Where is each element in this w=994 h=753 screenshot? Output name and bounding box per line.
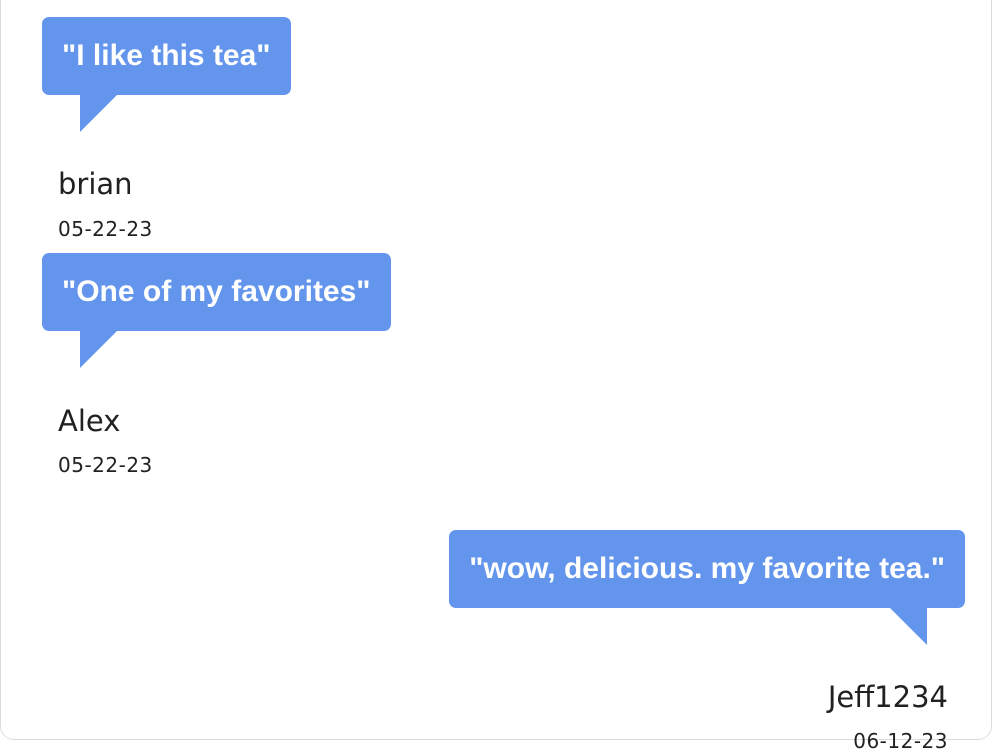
review-author: Jeff1234 [827,680,948,714]
reviews-panel [0,0,992,740]
bubble-tail [889,607,927,645]
bubble-tail [80,330,118,368]
review-date: 05-22-23 [58,217,153,241]
review-author: brian [58,167,133,201]
review-author: Alex [58,404,121,438]
comment-bubble: "I like this tea" [42,17,291,95]
review-date: 06-12-23 [853,729,948,753]
bubble-tail [80,94,118,132]
comment-bubble: "wow, delicious. my favorite tea." [449,530,965,608]
comment-bubble: "One of my favorites" [42,253,391,331]
review-date: 05-22-23 [58,453,153,477]
